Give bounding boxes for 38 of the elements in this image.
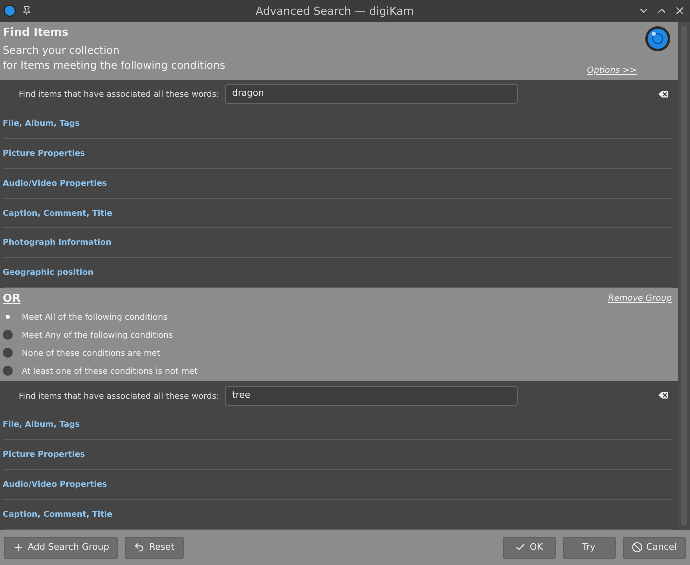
section-header[interactable]: Audio/Video Properties xyxy=(3,178,108,188)
section-header[interactable]: Photograph Information xyxy=(3,238,112,248)
close-icon[interactable] xyxy=(674,5,686,17)
condition-radio[interactable]: Meet Any of the following conditions xyxy=(3,328,672,342)
plus-icon xyxy=(13,542,24,553)
section-header[interactable]: File, Album, Tags xyxy=(3,420,80,430)
keyword-field[interactable]: dragon xyxy=(225,84,518,104)
section-header[interactable]: Picture Properties xyxy=(3,148,86,158)
keyword-field[interactable]: tree xyxy=(225,386,518,406)
pin-icon[interactable] xyxy=(22,6,32,16)
window-title: Advanced Search — digiKam xyxy=(254,4,416,18)
try-button[interactable]: Try xyxy=(562,536,616,558)
remove-group-link[interactable]: Remove Group xyxy=(608,294,672,304)
options-link[interactable]: Options >> xyxy=(587,66,637,76)
keyword-label: Find items that have associated all these words: xyxy=(19,390,220,401)
section-header[interactable]: Caption, Comment, Title xyxy=(3,208,113,218)
reset-button[interactable]: Reset xyxy=(125,536,184,558)
condition-radio[interactable]: Meet All of the following conditions xyxy=(3,310,672,324)
app-logo-icon xyxy=(4,5,16,17)
header-title: Find Items xyxy=(3,26,70,39)
cancel-icon xyxy=(632,542,642,553)
cancel-button[interactable]: Cancel xyxy=(622,536,686,558)
section-header[interactable]: Audio/Video Properties xyxy=(3,480,108,490)
header-subtitle: Search your collection xyxy=(3,44,121,59)
ok-button[interactable]: OK xyxy=(502,536,556,558)
group-operator-label: OR xyxy=(3,292,21,306)
add-search-group-button[interactable]: Add Search Group xyxy=(4,536,118,558)
section-header[interactable]: Caption, Comment, Title xyxy=(3,510,113,519)
section-header[interactable]: Picture Properties xyxy=(3,450,86,460)
header-subtitle: for Items meeting the following conditions xyxy=(3,59,226,74)
condition-radio[interactable]: None of these conditions are met xyxy=(3,346,672,360)
condition-radio[interactable]: At least one of these conditions is not met xyxy=(3,364,672,378)
keyword-label: Find items that have associated all these words: xyxy=(19,89,220,100)
checkmark-icon xyxy=(515,542,526,553)
undo-icon xyxy=(134,542,146,553)
section-header[interactable]: File, Album, Tags xyxy=(3,118,80,128)
section-header[interactable]: Geographic position xyxy=(3,268,94,278)
lens-logo-icon xyxy=(645,26,671,52)
